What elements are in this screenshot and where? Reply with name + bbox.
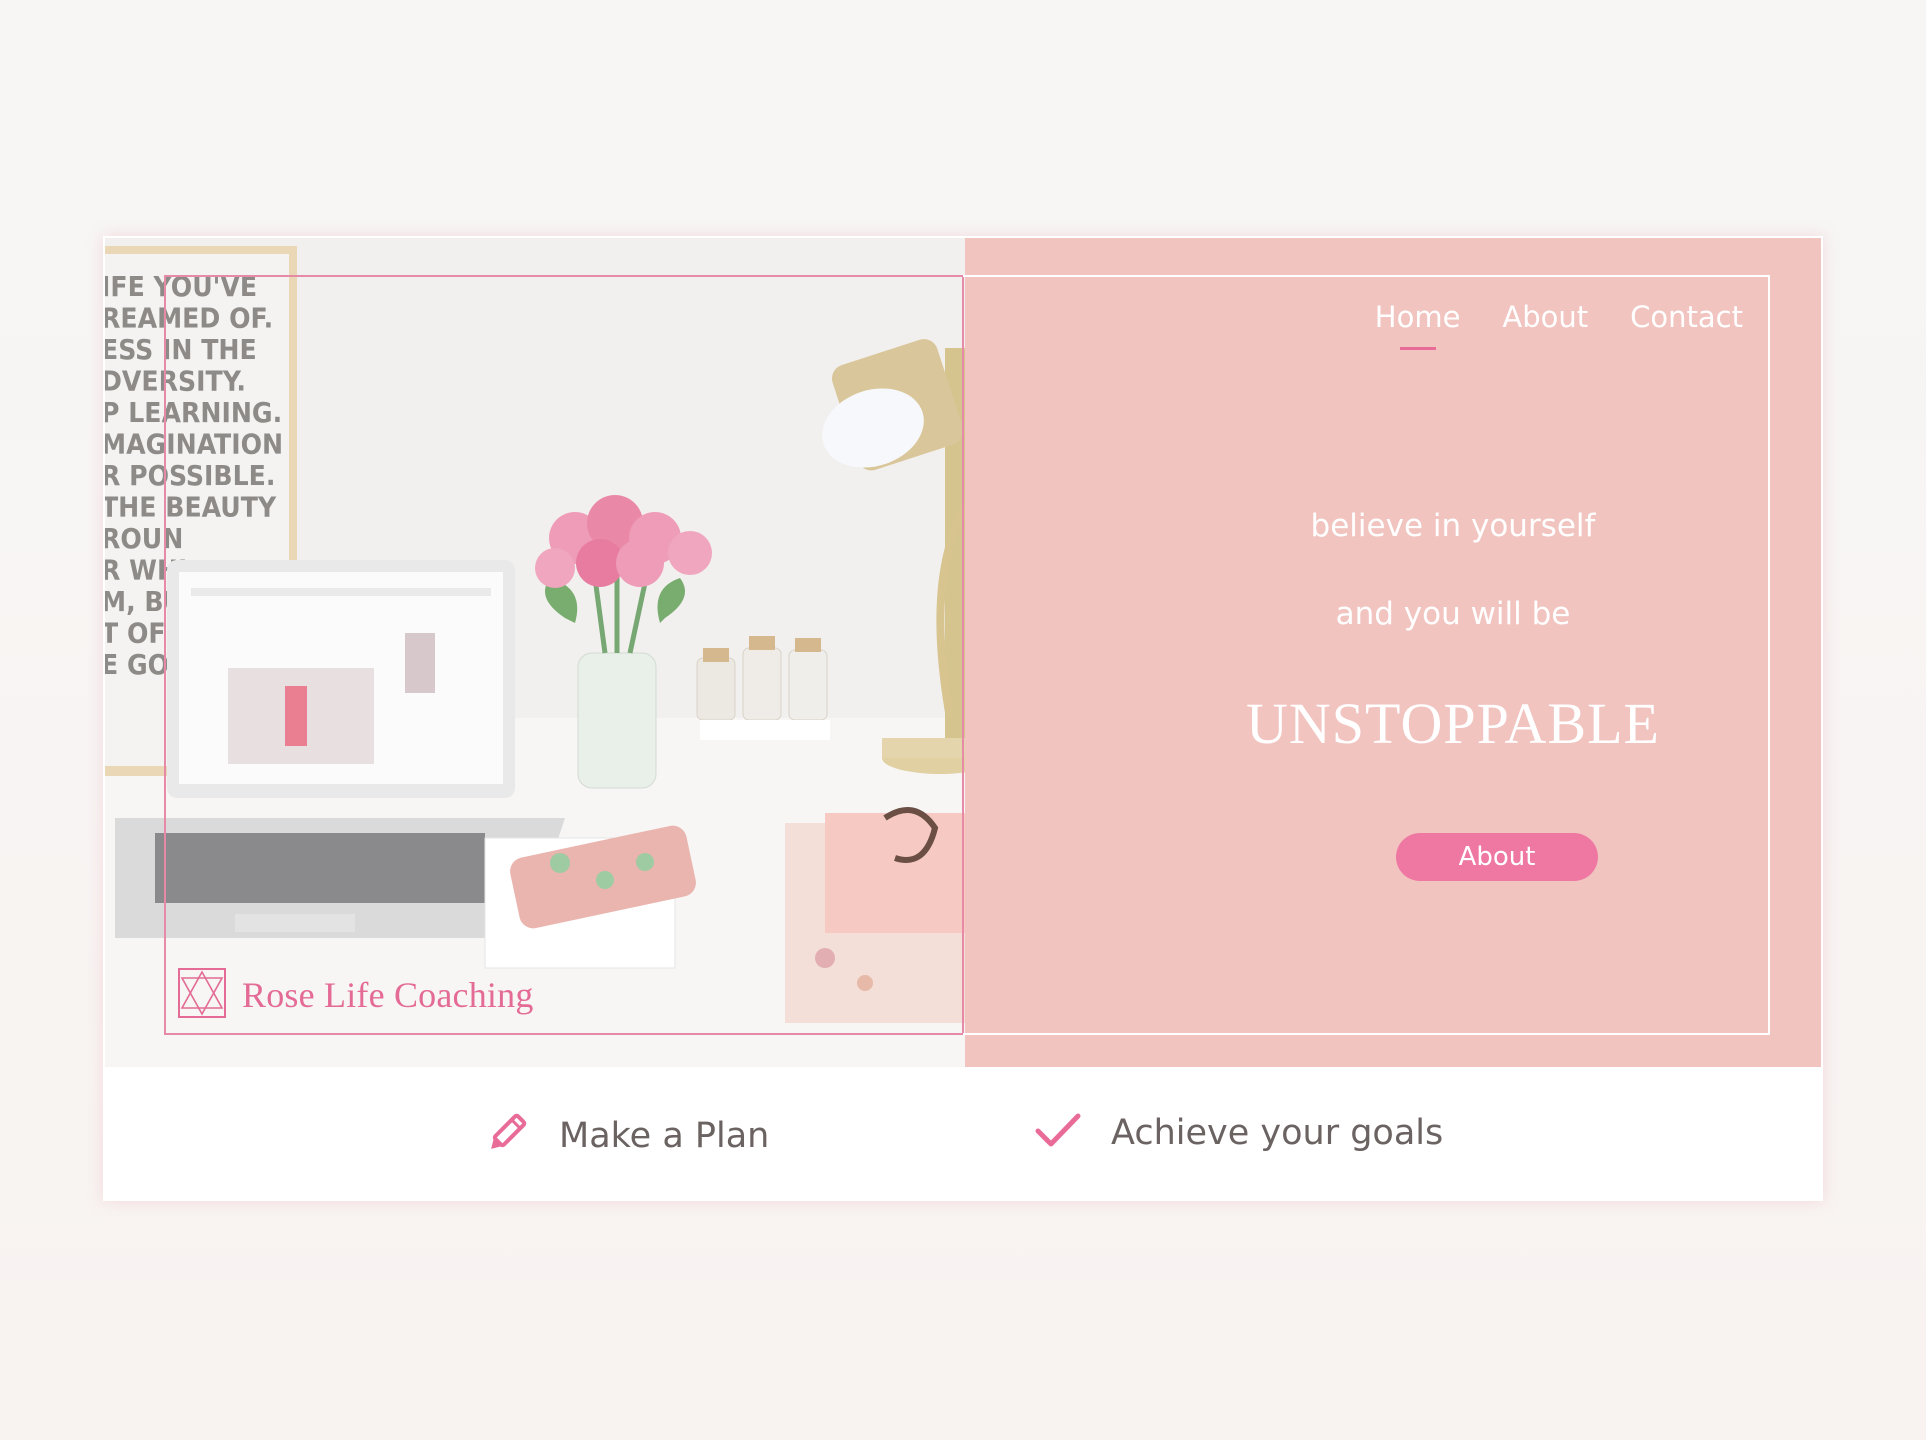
tagline-line-2: and you will be xyxy=(1335,596,1571,632)
poster-line: E GO xyxy=(105,648,169,681)
poster-line: THE BEAUTY xyxy=(105,491,277,524)
tagline-line-1: believe in yourself xyxy=(1310,508,1596,544)
desk-scene-illustration: IFE YOU'VEREAMED OF.ESS IN THEDVERSITY.P… xyxy=(105,238,967,1067)
poster-line: ROUN xyxy=(105,522,183,555)
poster-line: IFE YOU'VE xyxy=(105,270,257,303)
poster-line: MAGINATION xyxy=(105,428,283,461)
feature-make-a-plan: Make a Plan xyxy=(483,1111,769,1161)
about-button[interactable]: About xyxy=(1396,833,1598,881)
main-nav: Home About Contact xyxy=(1375,300,1743,334)
poster-line: ESS IN THE xyxy=(105,333,257,366)
poster-line: DVERSITY. xyxy=(105,365,246,398)
checkmark-icon xyxy=(1035,1111,1081,1155)
hero-headline: UNSTOPPABLE xyxy=(1246,691,1660,756)
nav-contact[interactable]: Contact xyxy=(1630,300,1743,334)
pencil-icon xyxy=(483,1111,529,1161)
planner xyxy=(785,807,967,1023)
poster-line: P LEARNING. xyxy=(105,396,282,429)
feature-label: Make a Plan xyxy=(559,1116,770,1156)
feature-strip: Make a Plan Achieve your goals xyxy=(105,1067,1821,1199)
nav-home[interactable]: Home xyxy=(1375,300,1461,334)
poster-line: R POSSIBLE. xyxy=(105,459,275,492)
poster-line: REAMED OF. xyxy=(105,302,273,335)
hero-inner-frame xyxy=(963,275,1770,1035)
feature-label: Achieve your goals xyxy=(1111,1113,1444,1153)
hero-photo: IFE YOU'VE REAMED OF. ESS IN THE DVERSITY. P… xyxy=(105,238,967,1067)
brand-name: Rose Life Coaching xyxy=(242,975,534,1015)
geometric-star-logo-icon xyxy=(178,968,226,1022)
landing-card: IFE YOU'VE REAMED OF. ESS IN THE DVERSITY. P… xyxy=(103,236,1823,1201)
brand-logo[interactable]: Rose Life Coaching xyxy=(178,968,534,1022)
hero-panel: Home About Contact believe in yourself a… xyxy=(963,238,1821,1067)
glass-jars xyxy=(696,636,830,740)
feature-achieve-goals: Achieve your goals xyxy=(1035,1111,1443,1155)
nav-about[interactable]: About xyxy=(1502,300,1588,334)
poster-line: T OF xyxy=(105,617,166,650)
